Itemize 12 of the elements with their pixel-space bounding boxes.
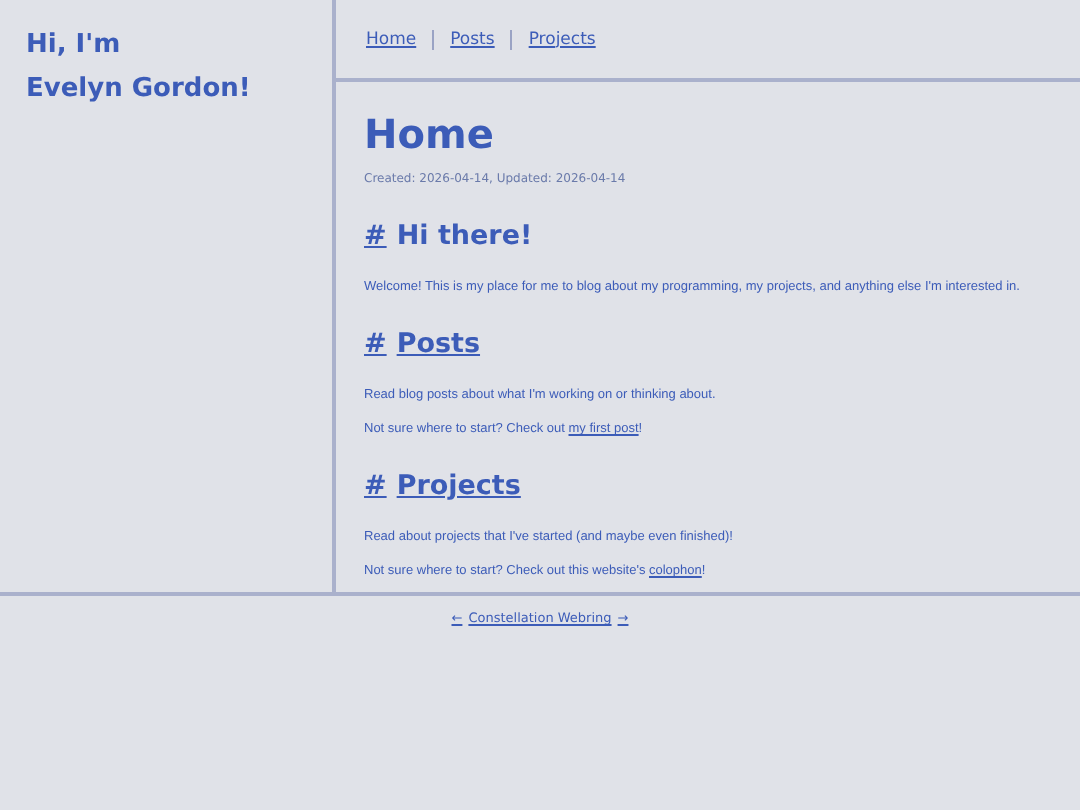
page-title: Home: [364, 110, 496, 158]
section-heading-link[interactable]: Projects: [396, 470, 521, 502]
anchor-link[interactable]: #: [364, 470, 387, 502]
nav-link[interactable]: Projects: [526, 29, 598, 49]
anchor-link[interactable]: #: [364, 328, 387, 360]
section-heading: Hi there!: [396, 220, 533, 252]
greeting-text: Hi, I'm: [26, 28, 123, 64]
greeting-text: Evelyn Gordon!: [26, 72, 253, 108]
nav-link[interactable]: Home: [364, 29, 419, 49]
section-heading-link[interactable]: Posts: [396, 328, 481, 360]
nav-link[interactable]: Posts: [448, 29, 497, 49]
anchor-link[interactable]: #: [364, 220, 387, 252]
